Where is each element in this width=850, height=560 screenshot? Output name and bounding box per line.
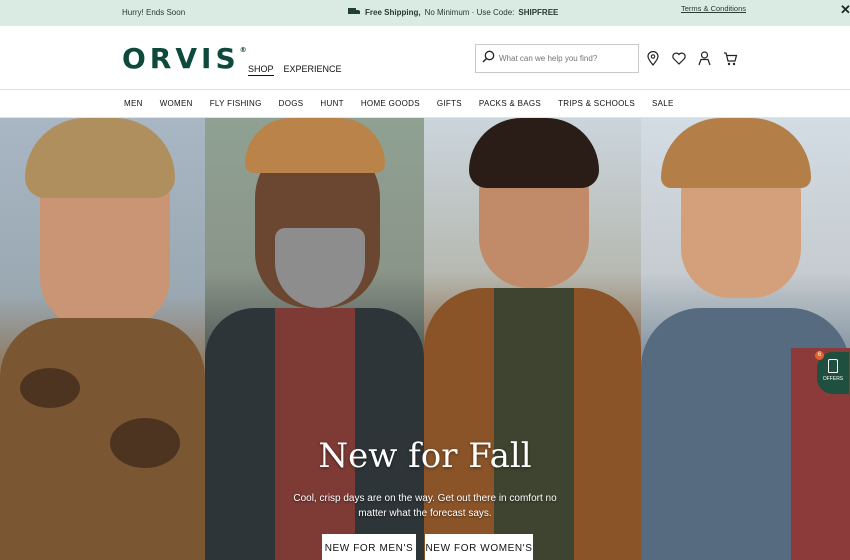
promo-left-text: Hurry! Ends Soon: [122, 8, 186, 17]
offers-label: OFFERS: [822, 376, 844, 382]
close-icon[interactable]: ✕: [840, 2, 850, 18]
cart-icon[interactable]: [722, 50, 739, 67]
logo-mark: ®: [239, 46, 247, 54]
account-user-icon[interactable]: [696, 50, 713, 67]
truck-icon: [348, 7, 361, 17]
offers-tab[interactable]: 6 OFFERS: [815, 351, 849, 394]
hero-photo-woman-cap: [641, 118, 850, 560]
nav-experience[interactable]: EXPERIENCE: [284, 64, 342, 76]
category-trips-schools[interactable]: TRIPS & SCHOOLS: [558, 99, 635, 108]
promo-bar: Hurry! Ends Soon Free Shipping, No Minim…: [0, 0, 850, 26]
promo-shipping: Free Shipping, No Minimum · Use Code: SH…: [348, 7, 558, 17]
category-men[interactable]: MEN: [124, 99, 143, 108]
hero-photo-man-camo: [0, 118, 205, 560]
category-home-goods[interactable]: HOME GOODS: [361, 99, 420, 108]
top-nav: SHOP EXPERIENCE: [248, 64, 342, 76]
category-sale[interactable]: SALE: [652, 99, 674, 108]
store-locator-icon[interactable]: [644, 50, 661, 67]
offers-count-badge: 6: [815, 351, 824, 360]
search-input[interactable]: [499, 54, 629, 63]
new-for-womens-button[interactable]: NEW FOR WOMEN'S: [425, 534, 533, 560]
site-header: ORVIS® SHOP EXPERIENCE: [0, 26, 850, 90]
promo-code: SHIPFREE: [518, 7, 559, 17]
hero-subtitle: Cool, crisp days are on the way. Get out…: [293, 493, 557, 519]
wishlist-heart-icon[interactable]: [670, 50, 687, 67]
category-packs-bags[interactable]: PACKS & BAGS: [479, 99, 541, 108]
category-nav: MEN WOMEN FLY FISHING DOGS HUNT HOME GOO…: [0, 90, 850, 118]
category-fly-fishing[interactable]: FLY FISHING: [210, 99, 262, 108]
hero-banner[interactable]: New for Fall Cool, crisp days are on the…: [0, 118, 850, 560]
hero-title: New for Fall: [318, 436, 532, 476]
new-for-mens-button[interactable]: NEW FOR MEN'S: [322, 534, 416, 560]
header-icons: [644, 50, 739, 67]
shipping-text: No Minimum · Use Code:: [424, 7, 515, 17]
category-gifts[interactable]: GIFTS: [437, 99, 462, 108]
orvis-logo[interactable]: ORVIS®: [122, 42, 247, 75]
search-icon[interactable]: [482, 50, 495, 68]
search-box[interactable]: [475, 44, 639, 73]
tag-icon: [828, 359, 838, 373]
terms-link[interactable]: Terms & Conditions: [681, 4, 746, 13]
category-hunt[interactable]: HUNT: [320, 99, 343, 108]
category-dogs[interactable]: DOGS: [279, 99, 304, 108]
nav-shop[interactable]: SHOP: [248, 64, 274, 76]
shipping-bold: Free Shipping,: [365, 7, 421, 17]
category-women[interactable]: WOMEN: [160, 99, 193, 108]
logo-text: ORVIS: [122, 42, 240, 75]
